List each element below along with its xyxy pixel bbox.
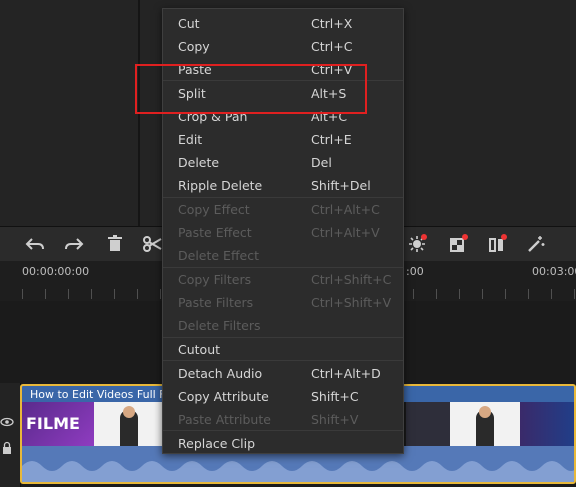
menu-item-delete-effect: Delete Effect bbox=[178, 248, 260, 263]
menu-item-replace-clip[interactable]: Replace Clip bbox=[163, 432, 403, 454]
undo-icon[interactable] bbox=[24, 233, 46, 255]
redo-icon[interactable] bbox=[63, 233, 85, 255]
timecode-mid: :00 bbox=[406, 265, 424, 278]
menu-item-copy-filters: Copy Filters Ctrl+Shift+C bbox=[178, 272, 392, 287]
highlight-box bbox=[135, 64, 367, 114]
menu-item-cutout[interactable]: Cutout bbox=[163, 338, 403, 360]
visibility-icon[interactable] bbox=[0, 415, 14, 429]
menu-item-paste-effect: Paste Effect Ctrl+Alt+V bbox=[178, 225, 380, 240]
menu-item-ripple-delete[interactable]: Ripple Delete Shift+Del bbox=[163, 174, 403, 196]
menu-item-copy-effect: Copy Effect Ctrl+Alt+C bbox=[178, 202, 380, 217]
menu-item-copy[interactable]: Copy Ctrl+C bbox=[163, 35, 403, 57]
thumbnail-presenter-2 bbox=[450, 402, 520, 446]
thumbnail-presenter bbox=[94, 402, 166, 446]
thumbnail-logo-text: FILME bbox=[26, 414, 80, 433]
menu-separator bbox=[163, 430, 403, 431]
thumbnail-screen bbox=[406, 402, 450, 446]
thumbnail-editor bbox=[520, 402, 574, 446]
menu-item-edit[interactable]: Edit Ctrl+E bbox=[163, 128, 403, 150]
mask-icon[interactable] bbox=[447, 233, 469, 255]
color-icon[interactable] bbox=[406, 233, 428, 255]
timecode-start: 00:00:00:00 bbox=[22, 265, 90, 278]
lock-icon[interactable] bbox=[0, 441, 14, 455]
menu-item-delete[interactable]: Delete Del bbox=[163, 151, 403, 173]
thumbnail-title: FILME bbox=[22, 402, 94, 446]
menu-separator bbox=[163, 360, 403, 361]
clip-title: How to Edit Videos Full Film bbox=[30, 388, 182, 401]
cut-icon[interactable] bbox=[141, 233, 163, 255]
split-screen-icon[interactable] bbox=[486, 233, 508, 255]
menu-item-delete-filters: Delete Filters bbox=[178, 318, 261, 333]
menu-item-paste-filters: Paste Filters Ctrl+Shift+V bbox=[178, 295, 392, 310]
menu-item-cut[interactable]: Cut Ctrl+X bbox=[163, 12, 403, 34]
delete-icon[interactable] bbox=[104, 233, 126, 255]
menu-item-paste-attribute: Paste Attribute Shift+V bbox=[178, 412, 359, 427]
timecode-end: 00:03:00 bbox=[532, 265, 576, 278]
magic-icon[interactable] bbox=[525, 233, 547, 255]
track-header bbox=[0, 383, 21, 487]
menu-item-copy-attribute[interactable]: Copy Attribute Shift+C bbox=[163, 385, 403, 407]
menu-item-detach-audio[interactable]: Detach Audio Ctrl+Alt+D bbox=[163, 362, 403, 384]
